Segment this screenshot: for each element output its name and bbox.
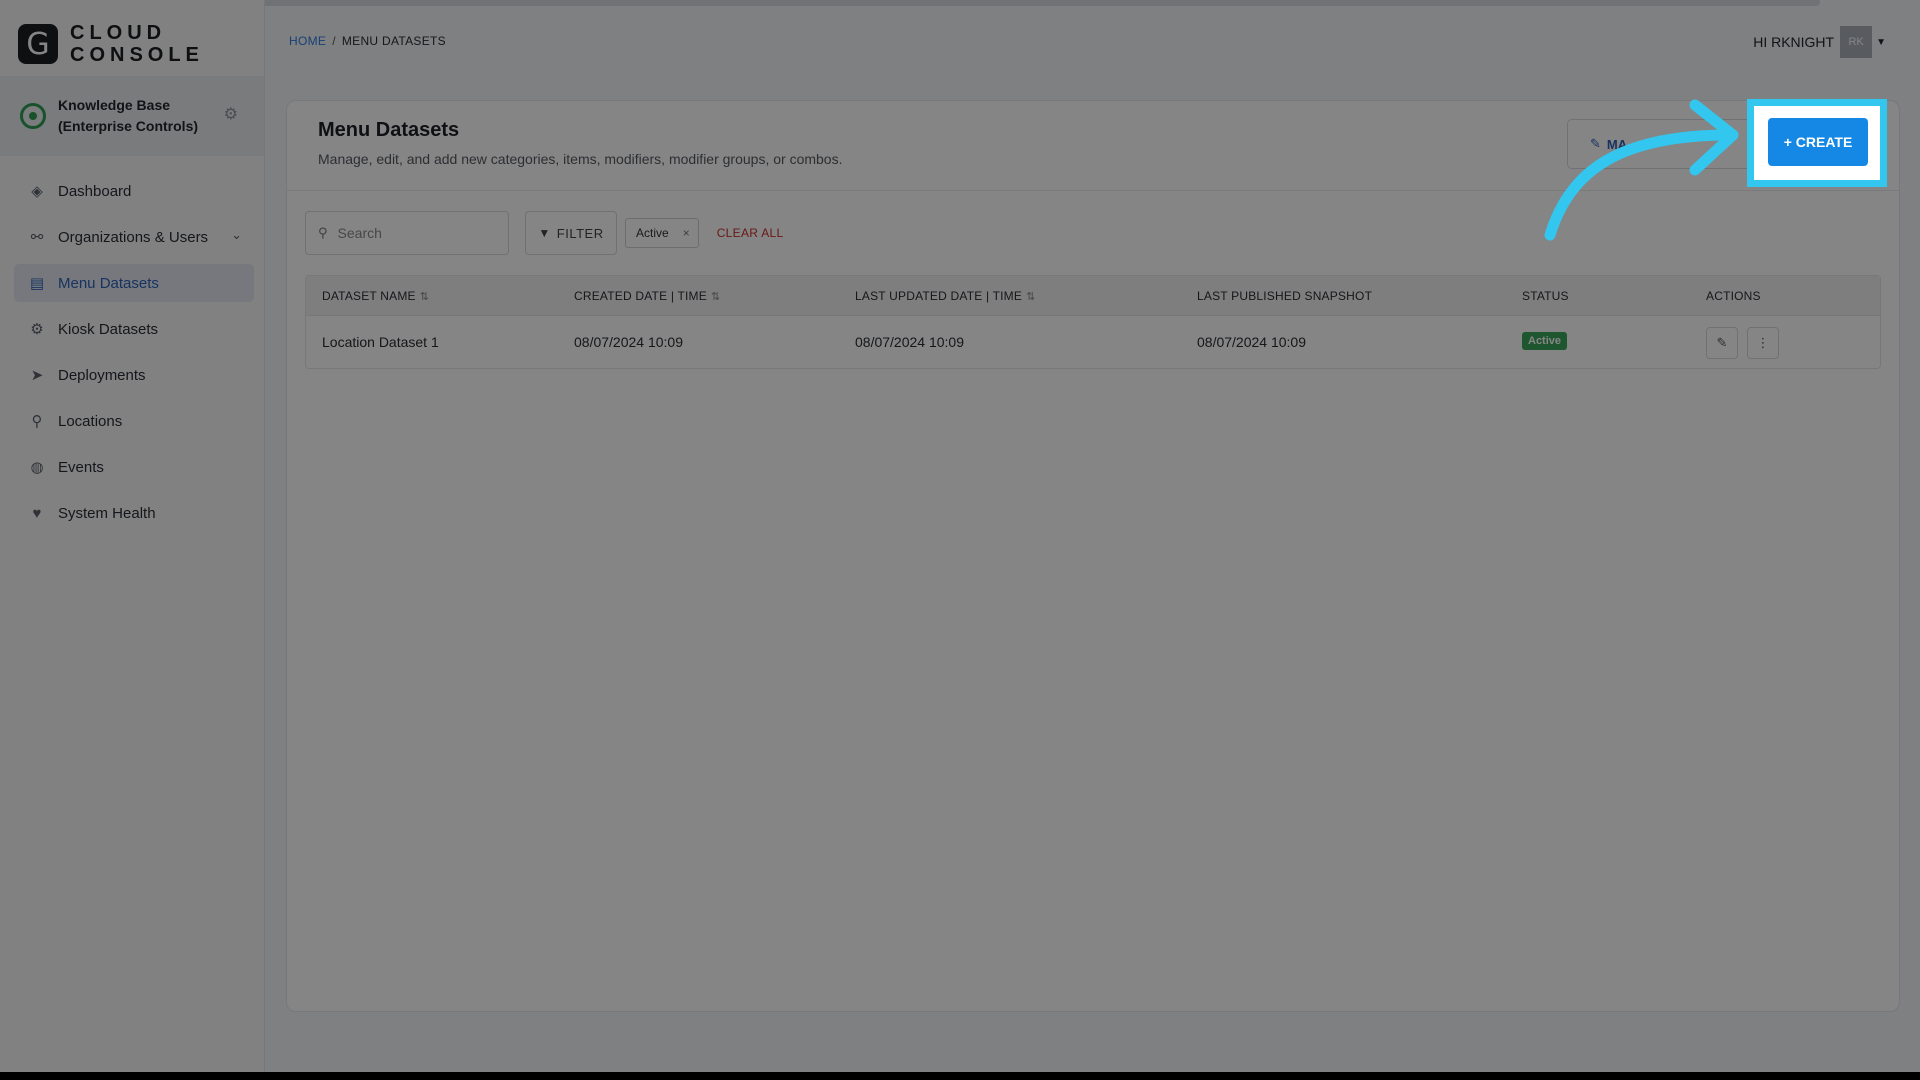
column-header-dataset-name[interactable]: DATASET NAME ⇅: [322, 289, 429, 303]
column-header-actions: ACTIONS: [1706, 289, 1761, 303]
sidebar-item-organizations-users[interactable]: ⚯ Organizations & Users ⌄: [14, 218, 254, 256]
cell-dataset-name[interactable]: Location Dataset 1: [322, 334, 439, 350]
datasets-table: DATASET NAME ⇅ CREATED DATE | TIME ⇅ LAST …: [305, 275, 1881, 369]
sort-icon[interactable]: ⇅: [420, 291, 429, 303]
column-header-status: STATUS: [1522, 289, 1569, 303]
logo-line-1: CLOUD: [70, 22, 167, 44]
sidebar-item-label: Menu Datasets: [58, 274, 159, 292]
logo-line-2: CONSOLE: [70, 44, 204, 66]
breadcrumb-current: MENU DATASETS: [341, 34, 446, 48]
filter-chip-active: Active ×: [625, 218, 699, 248]
org-chart-icon: ⚯: [30, 229, 44, 246]
column-header-label: LAST PUBLISHED SNAPSHOT: [1197, 289, 1373, 303]
sidebar-item-label: Deployments: [58, 366, 146, 384]
sidebar-item-label: Locations: [58, 412, 123, 430]
column-header-label: STATUS: [1522, 289, 1569, 303]
caret-down-icon[interactable]: ▼: [1876, 37, 1886, 48]
menu-dataset-icon: ▤: [29, 275, 45, 292]
sidebar-item-dashboard[interactable]: ◈ Dashboard: [14, 172, 254, 210]
column-header-label: CREATED DATE | TIME: [574, 289, 707, 303]
heartbeat-icon: ♥: [32, 504, 42, 522]
sidebar-item-system-health[interactable]: ♥ System Health: [14, 494, 254, 532]
status-badge: Active: [1522, 332, 1568, 350]
kebab-menu-icon: ⋮: [1756, 335, 1770, 350]
breadcrumb: HOME / MENU DATASETS: [289, 34, 446, 48]
sort-icon[interactable]: ⇅: [1026, 291, 1035, 303]
close-icon[interactable]: ×: [683, 226, 690, 240]
filter-chip-label: Active: [636, 226, 669, 240]
page-description: Manage, edit, and add new categories, it…: [318, 151, 843, 167]
sidebar-item-kiosk-datasets[interactable]: ⚙ Kiosk Datasets: [14, 310, 254, 348]
sidebar-item-label: Dashboard: [58, 182, 132, 200]
chevron-down-icon[interactable]: ⌄: [231, 227, 242, 243]
column-header-label: DATASET NAME: [322, 289, 416, 303]
sidebar-nav: ◈ Dashboard ⚯ Organizations & Users ⌄ ▤ …: [14, 172, 254, 540]
user-menu[interactable]: HI RKNIGHT RK ▼: [1753, 26, 1886, 58]
sidebar-item-label: Events: [58, 458, 104, 476]
map-pin-icon: ⚲: [31, 413, 43, 430]
sort-icon[interactable]: ⇅: [711, 291, 720, 303]
sidebar-item-deployments[interactable]: ➤ Deployments: [14, 356, 254, 394]
tutorial-arrow-icon: [1544, 99, 1739, 241]
create-button[interactable]: + CREATE: [1768, 118, 1868, 166]
layers-icon: ◈: [31, 183, 43, 200]
filter-button[interactable]: ▼ FILTER: [525, 211, 617, 255]
location-target-icon: [20, 103, 46, 129]
search-box[interactable]: ⚲: [305, 211, 509, 255]
table-toolbar: ⚲ ▼ FILTER Active × CLEAR ALL: [305, 211, 783, 255]
sidebar-item-label: Organizations & Users: [58, 228, 209, 246]
column-header-created[interactable]: CREATED DATE | TIME ⇅: [574, 289, 720, 303]
column-header-updated[interactable]: LAST UPDATED DATE | TIME ⇅: [855, 289, 1035, 303]
top-header: HOME / MENU DATASETS HI RKNIGHT RK ▼: [265, 6, 1920, 76]
paper-plane-icon: ➤: [30, 367, 44, 384]
breadcrumb-separator: /: [332, 34, 336, 48]
column-header-published: LAST PUBLISHED SNAPSHOT: [1197, 289, 1372, 303]
column-header-label: LAST UPDATED DATE | TIME: [855, 289, 1023, 303]
user-greeting: HI RKNIGHT: [1753, 34, 1835, 50]
org-name: Knowledge Base (Enterprise Controls): [58, 97, 199, 134]
org-settings-gear-icon[interactable]: ⚙: [224, 104, 238, 124]
table-row[interactable]: Location Dataset 1 08/07/2024 10:09 08/0…: [306, 316, 1880, 368]
sidebar-item-events[interactable]: ◍ Events: [14, 448, 254, 486]
sidebar-item-label: System Health: [58, 504, 156, 522]
cell-created: 08/07/2024 10:09: [574, 334, 683, 350]
filter-button-label: FILTER: [556, 225, 604, 241]
column-header-label: ACTIONS: [1706, 289, 1761, 303]
page-title: Menu Datasets: [318, 119, 460, 141]
avatar[interactable]: RK: [1840, 26, 1873, 58]
breadcrumb-home-link[interactable]: HOME: [289, 34, 326, 48]
sidebar-item-menu-datasets[interactable]: ▤ Menu Datasets: [14, 264, 254, 302]
cell-updated: 08/07/2024 10:09: [855, 334, 964, 350]
sidebar: G CLOUD CONSOLE Knowledge Base (Enterpri…: [0, 0, 265, 1072]
edit-button[interactable]: ✎: [1706, 327, 1738, 359]
search-icon: ⚲: [318, 225, 328, 240]
gear-icon: ⚙: [30, 321, 44, 338]
logo-mark: G: [18, 24, 58, 64]
clear-all-link[interactable]: CLEAR ALL: [717, 226, 784, 240]
search-input[interactable]: [337, 225, 488, 241]
sidebar-item-locations[interactable]: ⚲ Locations: [14, 402, 254, 440]
pencil-icon: ✎: [1716, 335, 1728, 350]
table-header-row: DATASET NAME ⇅ CREATED DATE | TIME ⇅ LAST …: [306, 276, 1880, 316]
logo[interactable]: G CLOUD CONSOLE: [18, 22, 204, 66]
funnel-icon: ▼: [538, 226, 551, 240]
cell-published: 08/07/2024 10:09: [1197, 334, 1306, 350]
logo-text: CLOUD CONSOLE: [70, 22, 204, 66]
more-actions-button[interactable]: ⋮: [1747, 327, 1779, 359]
sidebar-item-label: Kiosk Datasets: [58, 320, 159, 338]
globe-icon: ◍: [30, 459, 44, 476]
org-switcher[interactable]: Knowledge Base (Enterprise Controls) ⚙: [0, 76, 264, 156]
